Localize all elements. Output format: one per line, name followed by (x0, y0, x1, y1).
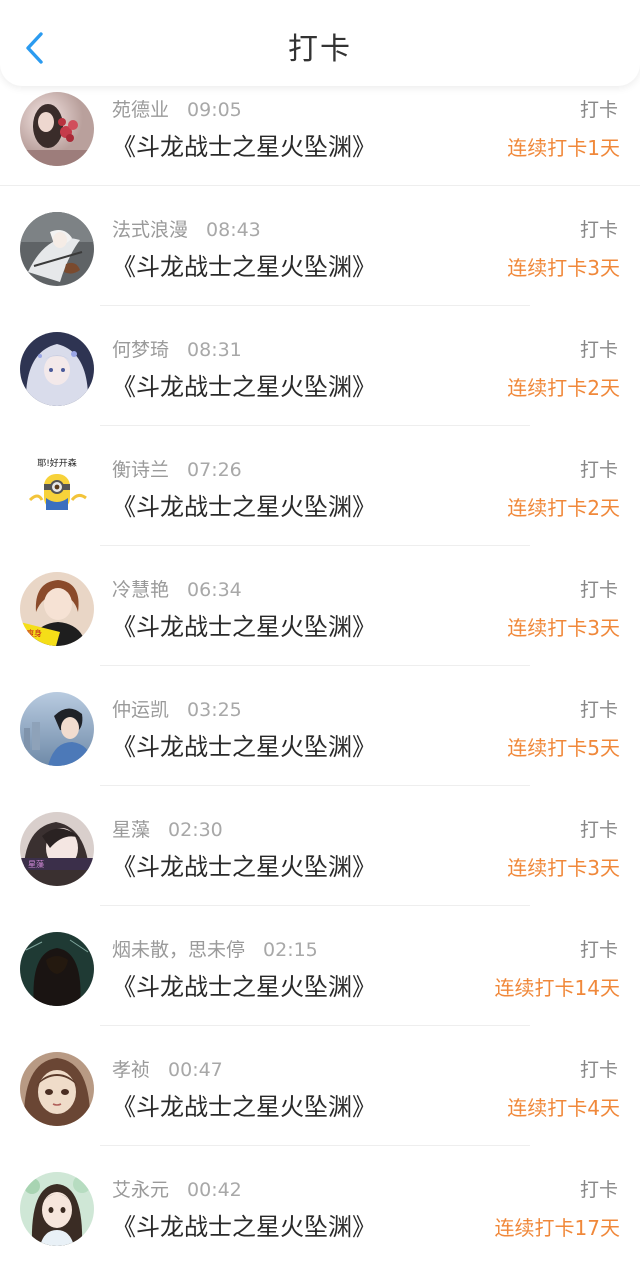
book-title[interactable]: 《斗龙战士之星火坠渊》 (112, 730, 376, 764)
checkin-time: 03:25 (187, 699, 242, 721)
list-item[interactable]: 星藻 星藻 02:30 《斗龙战士之星火坠渊》 打卡 连续打卡3天 (0, 786, 640, 906)
checkin-time: 09:05 (187, 99, 242, 121)
user-name[interactable]: 法式浪漫 (112, 219, 188, 241)
user-avatar[interactable]: 耶!好开森 (20, 452, 94, 526)
checkin-label: 打卡 (579, 1059, 618, 1081)
checkin-label: 打卡 (579, 819, 618, 841)
list-item[interactable]: 何梦琦 08:31 《斗龙战士之星火坠渊》 打卡 连续打卡2天 (0, 306, 640, 426)
book-title[interactable]: 《斗龙战士之星火坠渊》 (112, 370, 376, 404)
user-avatar[interactable] (20, 332, 94, 406)
checkin-label: 打卡 (579, 579, 618, 601)
streak-badge: 连续打卡3天 (507, 256, 620, 280)
user-avatar[interactable] (20, 92, 94, 166)
checkin-label: 打卡 (579, 339, 618, 361)
user-meta: 烟未散，思未停 02:15 (112, 938, 318, 962)
user-name[interactable]: 仲运凯 (112, 699, 169, 721)
user-meta: 冷慧艳 06:34 (112, 578, 242, 602)
user-avatar[interactable]: 星藻 (20, 812, 94, 886)
list-item[interactable]: 瘦身 冷慧艳 06:34 《斗龙战士之星火坠渊》 打卡 连续打卡3天 (0, 546, 640, 666)
checkin-time: 02:30 (168, 819, 223, 841)
user-name[interactable]: 苑德业 (112, 99, 169, 121)
user-name[interactable]: 孝祯 (112, 1059, 150, 1081)
checkin-label: 打卡 (579, 219, 618, 241)
svg-text:瘦身: 瘦身 (26, 628, 42, 638)
book-title[interactable]: 《斗龙战士之星火坠渊》 (112, 1210, 376, 1244)
page-title: 打卡 (288, 32, 352, 67)
book-title[interactable]: 《斗龙战士之星火坠渊》 (112, 130, 376, 164)
checkin-label: 打卡 (579, 939, 618, 961)
user-name[interactable]: 冷慧艳 (112, 579, 169, 601)
checkin-list: 苑德业 09:05 《斗龙战士之星火坠渊》 打卡 连续打卡1天 法式浪漫 08:43… (0, 66, 640, 1264)
svg-text:星藻: 星藻 (28, 859, 44, 869)
checkin-time: 07:26 (187, 459, 242, 481)
checkin-time: 06:34 (187, 579, 242, 601)
user-avatar[interactable] (20, 1052, 94, 1126)
streak-badge: 连续打卡17天 (494, 1216, 620, 1240)
user-name[interactable]: 衡诗兰 (112, 459, 169, 481)
streak-badge: 连续打卡3天 (507, 616, 620, 640)
streak-badge: 连续打卡14天 (494, 976, 620, 1000)
streak-badge: 连续打卡4天 (507, 1096, 620, 1120)
book-title[interactable]: 《斗龙战士之星火坠渊》 (112, 490, 376, 524)
user-avatar[interactable] (20, 1172, 94, 1246)
list-item[interactable]: 艾永元 00:42 《斗龙战士之星火坠渊》 打卡 连续打卡17天 (0, 1146, 640, 1264)
checkin-time: 08:31 (187, 339, 242, 361)
user-name[interactable]: 星藻 (112, 819, 150, 841)
user-name[interactable]: 烟未散，思未停 (112, 939, 245, 961)
streak-badge: 连续打卡2天 (507, 376, 620, 400)
checkin-label: 打卡 (579, 699, 618, 721)
streak-badge: 连续打卡5天 (507, 736, 620, 760)
checkin-label: 打卡 (579, 1179, 618, 1201)
book-title[interactable]: 《斗龙战士之星火坠渊》 (112, 250, 376, 284)
list-item[interactable]: 烟未散，思未停 02:15 《斗龙战士之星火坠渊》 打卡 连续打卡14天 (0, 906, 640, 1026)
user-meta: 星藻 02:30 (112, 818, 223, 842)
checkin-label: 打卡 (579, 99, 618, 121)
list-item[interactable]: 仲运凯 03:25 《斗龙战士之星火坠渊》 打卡 连续打卡5天 (0, 666, 640, 786)
checkin-time: 00:42 (187, 1179, 242, 1201)
user-meta: 艾永元 00:42 (112, 1178, 242, 1202)
user-avatar[interactable]: 瘦身 (20, 572, 94, 646)
checkin-label: 打卡 (579, 459, 618, 481)
list-item[interactable]: 孝祯 00:47 《斗龙战士之星火坠渊》 打卡 连续打卡4天 (0, 1026, 640, 1146)
user-meta: 孝祯 00:47 (112, 1058, 223, 1082)
user-avatar[interactable] (20, 692, 94, 766)
user-meta: 苑德业 09:05 (112, 98, 242, 122)
user-avatar[interactable] (20, 212, 94, 286)
nav-header: 打卡 (0, 0, 640, 86)
streak-badge: 连续打卡1天 (507, 136, 620, 160)
book-title[interactable]: 《斗龙战士之星火坠渊》 (112, 970, 376, 1004)
user-name[interactable]: 何梦琦 (112, 339, 169, 361)
user-meta: 何梦琦 08:31 (112, 338, 242, 362)
checkin-time: 00:47 (168, 1059, 223, 1081)
book-title[interactable]: 《斗龙战士之星火坠渊》 (112, 850, 376, 884)
checkin-page: 打卡 苑德业 09:05 《斗龙战士之星火坠渊》 打卡 连续打卡1天 法式浪漫 … (0, 0, 640, 1264)
streak-badge: 连续打卡2天 (507, 496, 620, 520)
user-meta: 法式浪漫 08:43 (112, 218, 261, 242)
checkin-time: 08:43 (206, 219, 261, 241)
user-avatar[interactable] (20, 932, 94, 1006)
book-title[interactable]: 《斗龙战士之星火坠渊》 (112, 1090, 376, 1124)
user-meta: 衡诗兰 07:26 (112, 458, 242, 482)
avatar-caption: 耶!好开森 (37, 457, 77, 469)
list-item[interactable]: 耶!好开森 衡诗兰 07:26 《斗龙战士之星火坠渊》 打卡 连续打卡2天 (0, 426, 640, 546)
streak-badge: 连续打卡3天 (507, 856, 620, 880)
list-item[interactable]: 法式浪漫 08:43 《斗龙战士之星火坠渊》 打卡 连续打卡3天 (0, 186, 640, 306)
user-meta: 仲运凯 03:25 (112, 698, 242, 722)
book-title[interactable]: 《斗龙战士之星火坠渊》 (112, 610, 376, 644)
checkin-time: 02:15 (263, 939, 318, 961)
user-name[interactable]: 艾永元 (112, 1179, 169, 1201)
